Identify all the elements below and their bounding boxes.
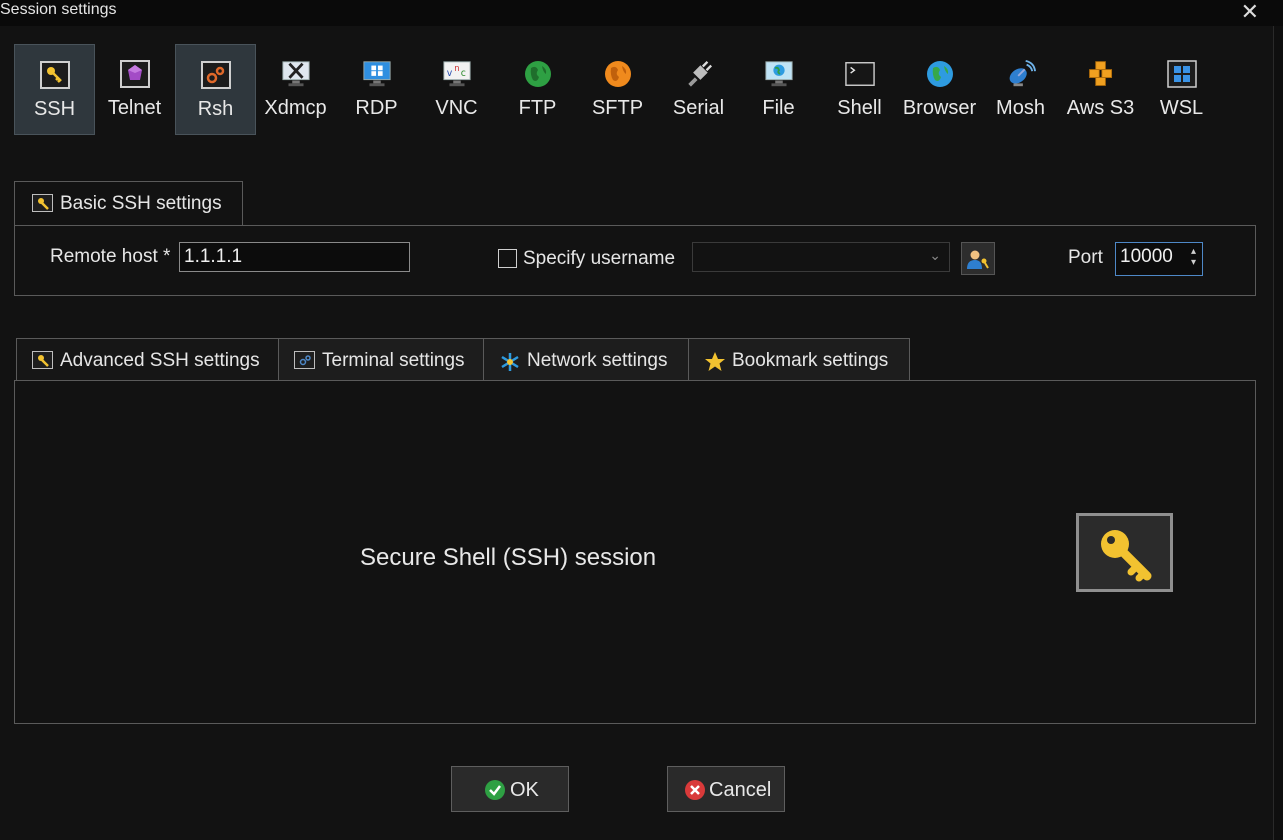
- session-type-label: Telnet: [107, 97, 162, 119]
- session-type-label: Mosh: [996, 97, 1045, 119]
- tab-label: Network settings: [527, 350, 668, 371]
- satellite-dish-icon: [1006, 59, 1036, 89]
- cancel-x-icon: [684, 779, 706, 807]
- window-edge: [1273, 26, 1283, 840]
- telnet-gem-icon: [119, 59, 150, 89]
- terminal-gears-icon: [294, 351, 315, 369]
- svg-text:c: c: [460, 68, 465, 79]
- tab-label: Terminal settings: [322, 350, 465, 371]
- session-description: Secure Shell (SSH) session: [360, 544, 657, 571]
- remote-host-label: Remote host *: [50, 246, 171, 267]
- browser-globe-icon: [925, 59, 955, 89]
- file-monitor-icon: [764, 59, 794, 89]
- green-globe-icon: [523, 59, 553, 89]
- port-label: Port: [1068, 247, 1103, 268]
- gears-icon: [200, 60, 231, 90]
- tab-network-settings[interactable]: Network settings: [483, 338, 689, 381]
- aws-s3-cubes-icon: [1086, 59, 1116, 89]
- tab-label: Bookmark settings: [732, 350, 889, 371]
- session-type-serial[interactable]: Serial: [658, 44, 739, 135]
- session-type-label: Browser: [902, 97, 977, 119]
- key-icon: [32, 194, 53, 212]
- ok-button[interactable]: OK: [451, 766, 569, 812]
- session-type-label: FTP: [518, 97, 557, 119]
- session-type-label: Shell: [837, 97, 882, 119]
- session-type-shell[interactable]: Shell: [819, 44, 900, 135]
- tab-bookmark-settings[interactable]: Bookmark settings: [688, 338, 910, 381]
- check-icon: [484, 779, 506, 807]
- basic-tab-label: Basic SSH settings: [60, 193, 222, 214]
- orange-globe-icon: [603, 59, 633, 89]
- session-type-label: RDP: [355, 97, 398, 119]
- svg-text:v: v: [446, 68, 452, 79]
- session-type-file[interactable]: File: [738, 44, 819, 135]
- username-dropdown[interactable]: ⌄: [692, 242, 950, 272]
- session-type-label: Rsh: [197, 98, 234, 120]
- x-monitor-icon: [281, 59, 311, 89]
- ok-label: OK: [510, 779, 539, 801]
- specify-username-label: Specify username: [523, 248, 676, 269]
- session-type-sftp[interactable]: SFTP: [577, 44, 658, 135]
- session-type-label: Aws S3: [1066, 97, 1135, 119]
- svg-text:n: n: [454, 63, 459, 73]
- wsl-windows-icon: [1166, 59, 1197, 89]
- session-description-panel: Secure Shell (SSH) session: [14, 380, 1256, 724]
- session-type-ftp[interactable]: FTP: [497, 44, 578, 135]
- network-star-icon: [499, 351, 521, 378]
- session-type-label: File: [762, 97, 795, 119]
- basic-settings-panel: Remote host * Specify username ⌄ Port 10…: [14, 225, 1256, 296]
- session-type-label: VNC: [435, 97, 478, 119]
- session-type-mosh[interactable]: Mosh: [980, 44, 1061, 135]
- spin-arrows-icon[interactable]: ▴ ▾: [1191, 246, 1196, 268]
- session-type-ssh[interactable]: SSH: [14, 44, 95, 135]
- specify-username-checkbox[interactable]: [498, 249, 517, 268]
- shell-terminal-icon: [844, 59, 875, 89]
- star-icon: [704, 351, 726, 377]
- basic-ssh-settings-tab[interactable]: Basic SSH settings: [14, 181, 243, 226]
- title-bar: Session settings ✕: [0, 0, 1283, 26]
- window-title: Session settings: [0, 1, 117, 18]
- user-credentials-button[interactable]: [961, 242, 995, 275]
- session-type-vnc[interactable]: vnc VNC: [416, 44, 497, 135]
- serial-plug-icon: [684, 59, 714, 89]
- session-type-label: Serial: [672, 97, 725, 119]
- user-key-icon: [967, 250, 989, 269]
- chevron-down-icon: ⌄: [929, 247, 941, 263]
- close-button[interactable]: ✕: [1241, 0, 1259, 25]
- session-type-label: WSL: [1159, 97, 1204, 119]
- session-type-xdmcp[interactable]: Xdmcp: [255, 44, 336, 135]
- windows-monitor-icon: [362, 59, 392, 89]
- session-type-browser[interactable]: Browser: [899, 44, 980, 135]
- session-type-telnet[interactable]: Telnet: [94, 44, 175, 135]
- session-type-rdp[interactable]: RDP: [336, 44, 417, 135]
- tab-terminal-settings[interactable]: Terminal settings: [278, 338, 484, 381]
- port-value: 10000: [1120, 246, 1173, 267]
- tab-advanced-ssh-settings[interactable]: Advanced SSH settings: [16, 338, 279, 381]
- vnc-monitor-icon: vnc: [442, 59, 472, 89]
- session-type-aws-s3[interactable]: Aws S3: [1060, 44, 1141, 135]
- big-key-icon: [1076, 513, 1173, 592]
- session-type-label: SSH: [33, 98, 76, 120]
- remote-host-input[interactable]: [179, 242, 410, 272]
- key-icon: [39, 60, 70, 90]
- key-icon: [32, 351, 53, 369]
- session-type-label: Xdmcp: [264, 97, 327, 119]
- session-type-wsl[interactable]: WSL: [1141, 44, 1222, 135]
- tab-label: Advanced SSH settings: [60, 350, 260, 371]
- session-type-label: SFTP: [591, 97, 644, 119]
- cancel-button[interactable]: Cancel: [667, 766, 785, 812]
- cancel-label: Cancel: [709, 779, 772, 801]
- session-type-rsh[interactable]: Rsh: [175, 44, 256, 135]
- port-spinbox[interactable]: 10000 ▴ ▾: [1115, 242, 1203, 276]
